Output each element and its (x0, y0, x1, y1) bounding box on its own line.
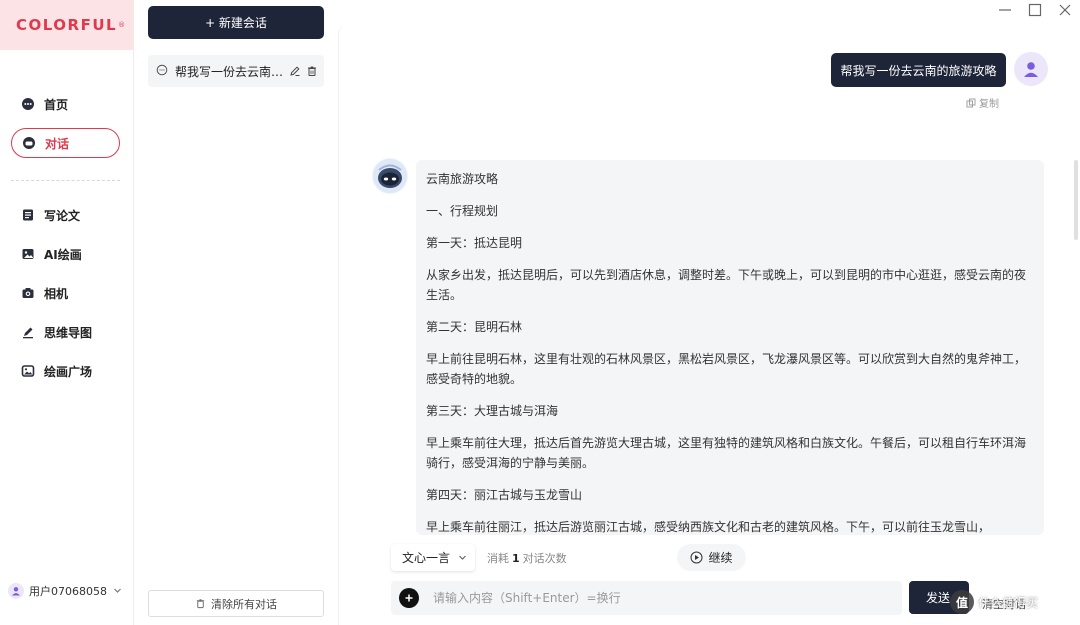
bot-message-bubble: 云南旅游攻略 一、行程规划 第一天：抵达昆明 从家乡出发，抵达昆明后，可以先到酒… (416, 160, 1044, 535)
conversation-title: 帮我写一份去云南的旅游攻略 (175, 64, 284, 79)
minimize-icon[interactable] (997, 2, 1013, 18)
user-avatar (1014, 52, 1048, 86)
chevron-down-icon (113, 585, 122, 598)
clear-conversation-button[interactable]: 清空对话 (982, 596, 1026, 612)
gallery-icon (21, 364, 35, 378)
camera-icon (21, 286, 35, 300)
message-icon (156, 64, 168, 79)
maximize-icon[interactable] (1027, 2, 1043, 18)
new-chat-button[interactable]: + 新建会话 (148, 6, 324, 39)
user-menu[interactable]: 用户07068058 (8, 583, 122, 599)
clear-all-conversations-button[interactable]: 清除所有对话 (148, 590, 324, 617)
user-avatar-icon (1024, 62, 1038, 77)
continue-button[interactable]: 继续 (677, 544, 746, 571)
conversation-panel: + 新建会话 帮我写一份去云南的旅游攻略 清除所有对话 (134, 0, 338, 625)
delete-icon[interactable] (306, 65, 318, 77)
chat-scrollbar[interactable] (1074, 160, 1078, 240)
brand-logo[interactable]: COLORFUL ® (0, 0, 133, 50)
nav-item-label: 相机 (44, 286, 69, 301)
bot-paragraph: 早上前往昆明石林，这里有壮观的石林风景区，黑松岩风景区，飞龙瀑风景区等。可以欣赏… (426, 352, 1027, 386)
usage-prefix: 消耗 (487, 552, 509, 565)
bot-paragraph: 从家乡出发，抵达昆明后，可以先到酒店休息，调整时差。下午或晚上，可以到昆明的市中… (426, 268, 1027, 302)
logo-mark: ® (118, 21, 126, 29)
nav-item-label: 思维导图 (44, 325, 93, 340)
copy-label: 复制 (979, 99, 999, 110)
usage-count: 1 (512, 552, 520, 565)
bot-paragraph: 早上乘车前往大理，抵达后首先游览大理古城，这里有独特的建筑风格和白族文化。午餐后… (426, 436, 1027, 470)
image-icon (21, 247, 35, 261)
user-avatar-icon (8, 583, 24, 599)
copy-button[interactable]: 复制 (966, 95, 999, 110)
continue-label: 继续 (708, 551, 733, 565)
nav-item-chat[interactable]: 对话 (11, 128, 120, 158)
nav-item-label: AI绘画 (44, 247, 82, 262)
copy-icon (966, 98, 976, 108)
message-input-box (391, 581, 902, 615)
send-button[interactable]: 发送 (909, 581, 969, 614)
user-message-bubble: 帮我写一份去云南的旅游攻略 (831, 53, 1006, 87)
user-name: 用户07068058 (29, 585, 107, 598)
trash-icon (195, 598, 206, 609)
bot-paragraph: 第一天：抵达昆明 (426, 236, 523, 250)
nav-item-label: 首页 (44, 97, 69, 112)
nav-item-mind-map[interactable]: 思维导图 (11, 317, 120, 347)
message-input[interactable] (433, 591, 902, 605)
usage-suffix: 对话次数 (522, 552, 567, 565)
nav-item-camera[interactable]: 相机 (11, 278, 120, 308)
chat-icon (22, 136, 36, 150)
bot-paragraph: 早上乘车前往丽江，抵达后游览丽江古城，感受纳西族文化和古老的建筑风格。下午，可以… (426, 520, 991, 534)
usage-info: 消耗 1 对话次数 (487, 550, 567, 566)
chevron-down-icon (458, 553, 467, 562)
document-icon (21, 208, 35, 222)
home-icon (21, 97, 35, 111)
play-icon (690, 551, 703, 564)
clear-all-label: 清除所有对话 (211, 597, 277, 611)
bot-paragraph: 云南旅游攻略 (426, 172, 499, 186)
bot-paragraph: 第三天：大理古城与洱海 (426, 404, 559, 418)
edit-icon[interactable] (289, 65, 301, 77)
nav-item-ai-painting[interactable]: AI绘画 (11, 239, 120, 269)
nav-item-label: 绘画广场 (44, 364, 93, 379)
nav-item-write-paper[interactable]: 写论文 (11, 200, 120, 230)
model-select-value: 文心一言 (402, 551, 451, 565)
pen-icon (21, 325, 35, 339)
logo-text: COLORFUL (16, 16, 118, 34)
nav-item-painting-plaza[interactable]: 绘画广场 (11, 356, 120, 386)
nav-item-label: 对话 (45, 136, 70, 151)
close-icon[interactable] (1057, 2, 1073, 18)
conversation-item[interactable]: 帮我写一份去云南的旅游攻略 (148, 55, 324, 87)
plus-icon[interactable] (399, 588, 419, 608)
left-nav: COLORFUL ® 首页 对话 写论文 AI绘画 相机 思维导图 绘画广场 用… (0, 0, 134, 625)
model-select[interactable]: 文心一言 (391, 544, 475, 571)
bot-paragraph: 第四天：丽江古城与玉龙雪山 (426, 488, 583, 502)
nav-item-home[interactable]: 首页 (11, 89, 120, 119)
nav-divider (11, 180, 120, 181)
nav-item-label: 写论文 (44, 208, 81, 223)
bot-paragraph: 一、行程规划 (426, 204, 499, 218)
robot-icon (373, 159, 407, 193)
bot-paragraph: 第二天：昆明石林 (426, 320, 523, 334)
bot-avatar (372, 158, 408, 194)
